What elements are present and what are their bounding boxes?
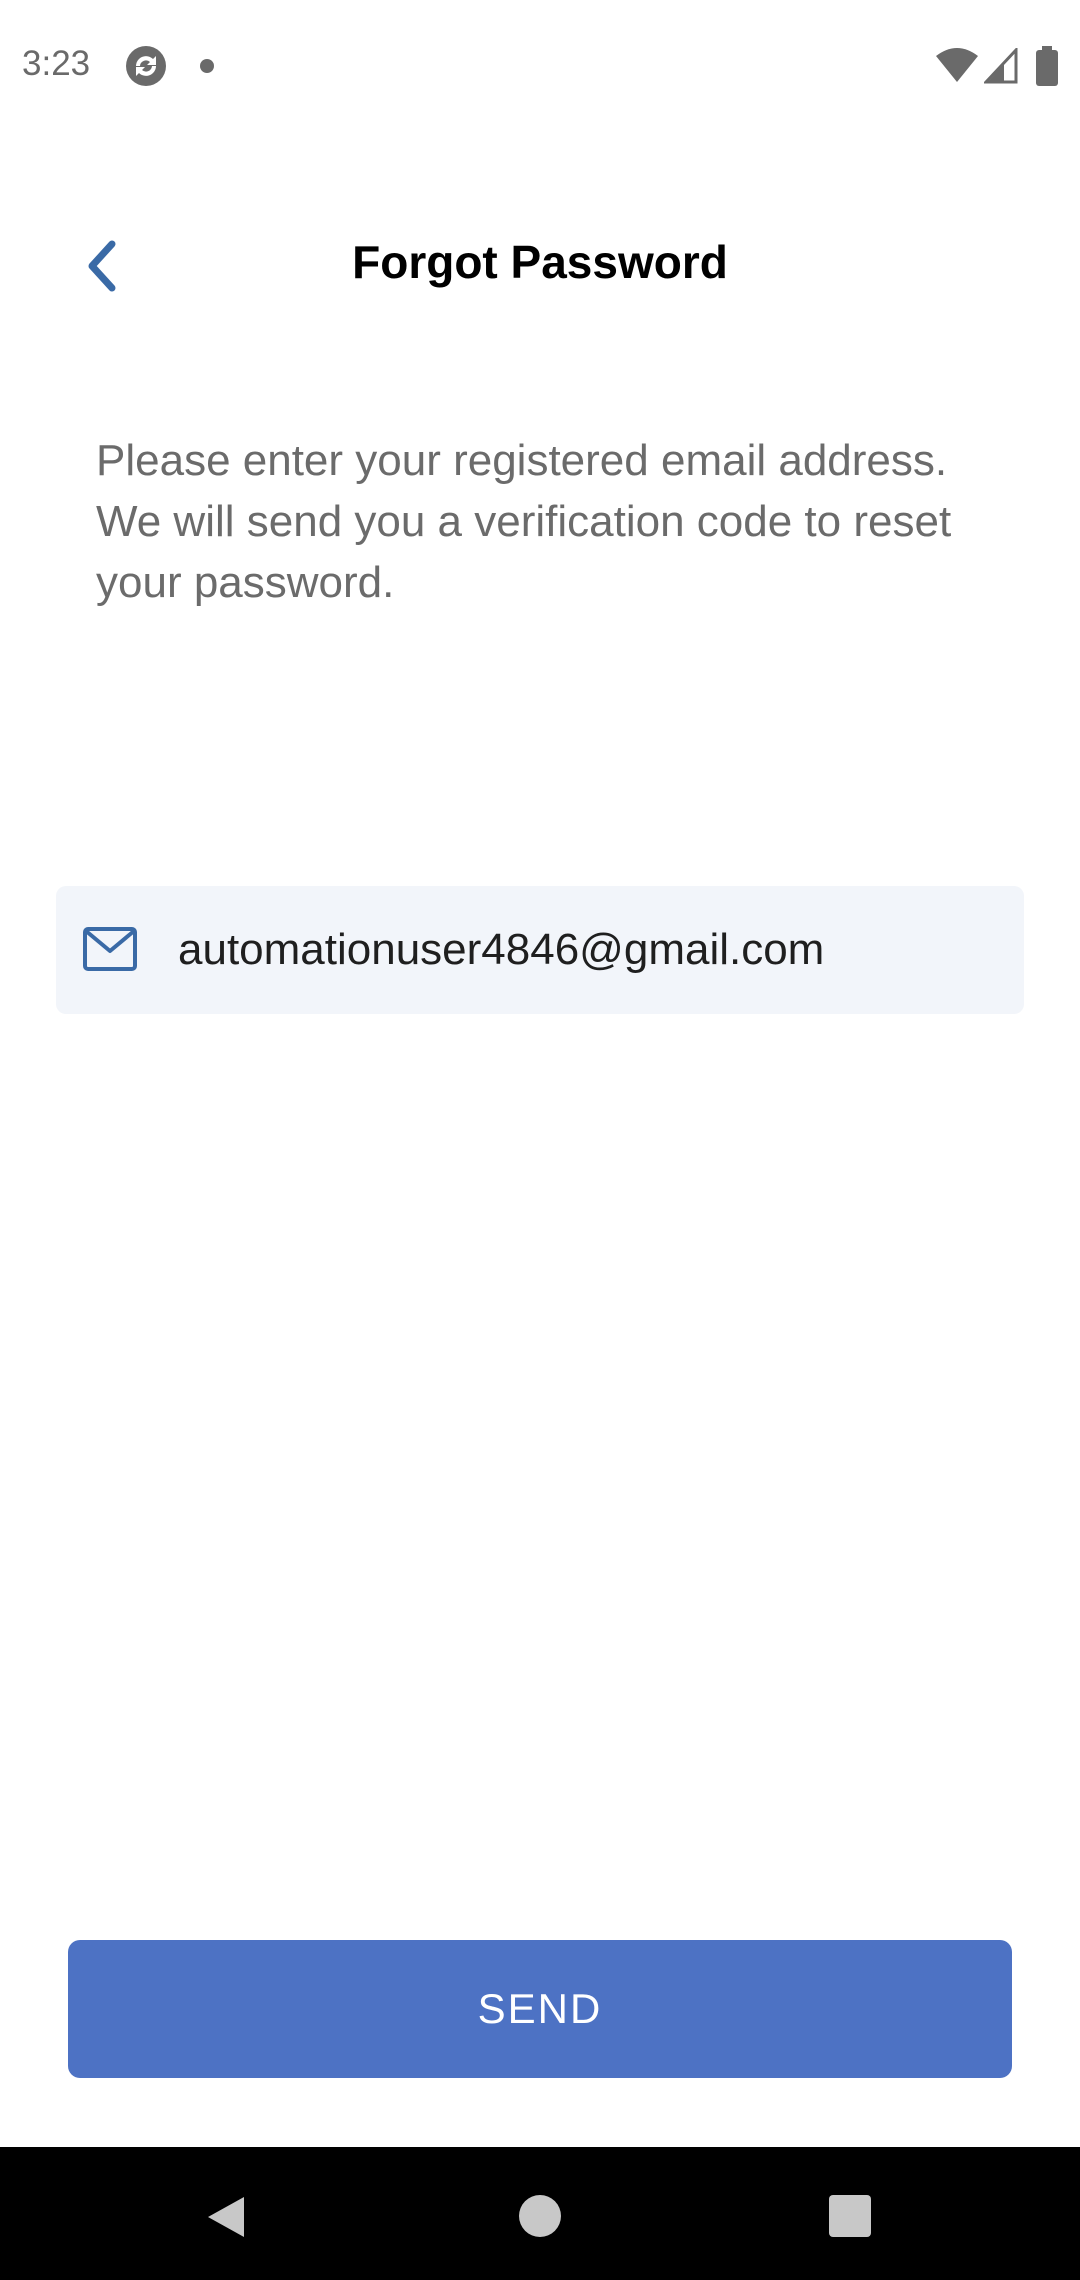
notification-dot-icon — [200, 59, 214, 73]
instructions-text: Please enter your registered email addre… — [96, 436, 952, 607]
mail-icon — [83, 927, 137, 971]
page-title: Forgot Password — [352, 236, 728, 288]
navigation-bar — [0, 2147, 1080, 2280]
battery-icon — [1036, 46, 1058, 86]
signal-icon — [984, 48, 1018, 84]
wifi-icon — [936, 48, 978, 82]
nav-recents-icon[interactable] — [829, 2195, 871, 2237]
nav-home-icon[interactable] — [519, 2195, 561, 2237]
status-time: 3:23 — [22, 44, 91, 83]
status-bar: 3:23 — [0, 0, 1080, 130]
send-button[interactable]: SEND — [68, 1940, 1012, 2078]
app-sync-icon — [126, 46, 166, 86]
email-input[interactable] — [178, 914, 998, 986]
nav-back-icon[interactable] — [204, 2193, 248, 2241]
email-field[interactable] — [56, 886, 1024, 1014]
